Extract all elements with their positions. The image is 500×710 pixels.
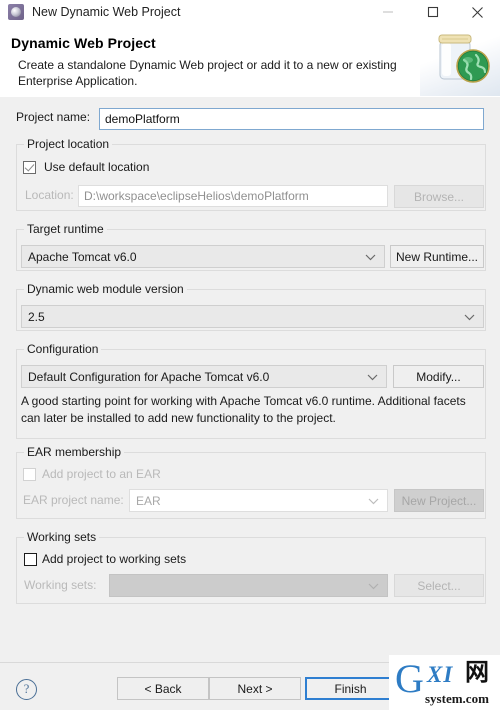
configuration-description: A good starting point for working with A… [21,394,466,425]
page-title: Dynamic Web Project [11,35,156,51]
module-version-value: 2.5 [28,309,45,324]
add-project-to-working-sets-label: Add project to working sets [42,552,187,566]
use-default-location-checkbox[interactable] [23,160,36,174]
new-ear-project-button: New Project... [394,489,484,512]
location-input: D:\workspace\eclipseHelios\demoPlatform [78,185,388,207]
add-project-to-working-sets-checkbox[interactable] [24,552,37,566]
use-default-location-label: Use default location [44,160,150,174]
add-project-to-ear-checkbox [23,467,36,481]
working-sets-label-row: Working sets: [24,578,96,592]
select-working-sets-button: Select... [394,574,484,597]
ear-project-name-label: EAR project name: [23,493,124,507]
close-button[interactable] [455,0,500,24]
new-runtime-button[interactable]: New Runtime... [390,245,484,268]
module-version-combo[interactable]: 2.5 [21,305,484,328]
use-default-location-row[interactable]: Use default location [23,160,149,174]
chevron-down-icon [365,250,376,264]
eclipse-wizard-icon [8,4,24,20]
next-button[interactable]: Next > [209,677,301,700]
window-controls [365,0,500,24]
project-location-group-title: Project location [24,137,113,151]
watermark-g: G [395,656,424,701]
project-name-row: Project name: [16,110,90,124]
project-name-label: Project name: [16,110,91,124]
maximize-button[interactable] [410,0,455,24]
configuration-combo[interactable]: Default Configuration for Apache Tomcat … [21,365,387,388]
chevron-down-icon [367,370,378,384]
back-button[interactable]: < Back [117,677,209,700]
chevron-down-icon [368,579,379,593]
target-runtime-group-title: Target runtime [24,222,107,236]
location-label: Location: [25,188,74,202]
add-project-to-ear-label: Add project to an EAR [42,467,161,481]
help-icon[interactable]: ? [16,679,37,700]
watermark-cjk: 网 [465,659,489,686]
ear-project-name-value: EAR [136,493,161,508]
window-title: New Dynamic Web Project [32,5,181,19]
browse-button: Browse... [394,185,484,208]
target-runtime-value: Apache Tomcat v6.0 [28,249,137,264]
add-to-ear-row: Add project to an EAR [23,467,161,481]
project-name-input[interactable]: demoPlatform [99,108,484,130]
ear-membership-group-title: EAR membership [24,445,125,459]
finish-button[interactable]: Finish [305,677,396,700]
watermark-subtitle: system.com [425,691,489,706]
working-sets-label: Working sets: [24,578,97,592]
minimize-icon [382,11,393,13]
working-sets-combo [109,574,388,597]
configuration-value: Default Configuration for Apache Tomcat … [28,369,270,384]
wizard-header: Dynamic Web Project Create a standalone … [0,24,500,98]
window-titlebar: New Dynamic Web Project [0,0,500,24]
watermark-xi: XI [427,662,454,687]
watermark: G XI 网 system.com [389,655,500,710]
maximize-icon [427,6,438,18]
chevron-down-icon [464,310,475,324]
location-label-row: Location: [25,188,74,202]
module-version-group-title: Dynamic web module version [24,282,187,296]
wizard-body: Project name: demoPlatform Project locat… [0,97,500,662]
chevron-down-icon [368,494,379,508]
close-icon [472,6,483,18]
add-to-working-sets-row[interactable]: Add project to working sets [24,552,186,566]
target-runtime-combo[interactable]: Apache Tomcat v6.0 [21,245,385,268]
configuration-group-title: Configuration [24,342,102,356]
war-jar-globe-icon [420,24,500,96]
new-dynamic-web-project-dialog: New Dynamic Web Project Dynamic Web Proj… [0,0,500,710]
ear-project-name-combo: EAR [129,489,388,512]
modify-configuration-button[interactable]: Modify... [393,365,484,388]
ear-project-name-label-row: EAR project name: [23,493,124,507]
minimize-button[interactable] [365,0,410,24]
page-description: Create a standalone Dynamic Web project … [18,58,397,88]
working-sets-group-title: Working sets [24,530,100,544]
